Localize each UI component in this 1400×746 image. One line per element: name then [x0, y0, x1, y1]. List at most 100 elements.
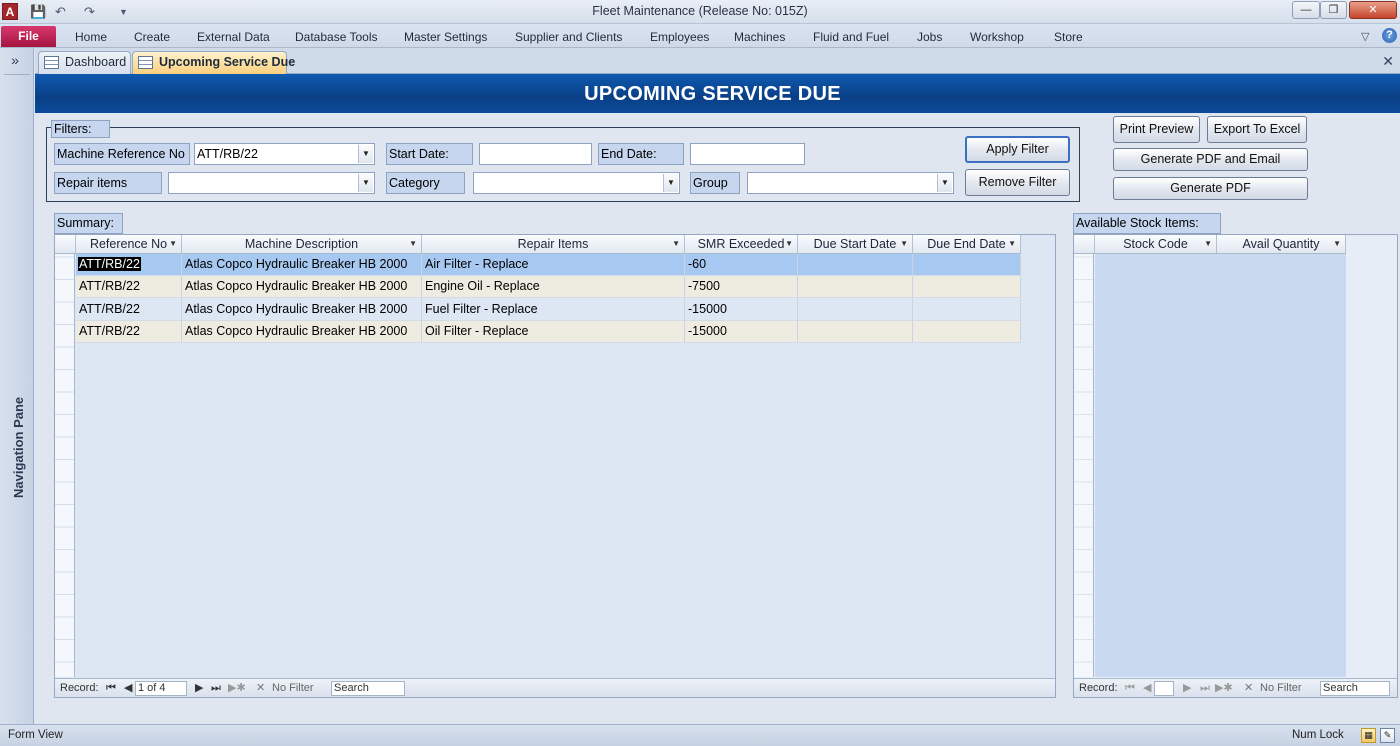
- cell-repair-items[interactable]: Oil Filter - Replace: [422, 321, 685, 343]
- file-tab[interactable]: File: [1, 26, 56, 47]
- next-record-icon[interactable]: ▶: [195, 679, 203, 697]
- tab-jobs[interactable]: Jobs: [917, 30, 942, 44]
- tab-upcoming-service-due[interactable]: Upcoming Service Due: [132, 51, 295, 74]
- tab-machines[interactable]: Machines: [734, 30, 785, 44]
- tab-fluid-and-fuel[interactable]: Fluid and Fuel: [813, 30, 889, 44]
- tab-master-settings[interactable]: Master Settings: [404, 30, 487, 44]
- chevron-down-icon[interactable]: ▼: [900, 235, 908, 253]
- help-icon[interactable]: ?: [1382, 28, 1397, 43]
- cell-due-start-date[interactable]: [798, 321, 913, 343]
- minimize-ribbon-icon[interactable]: ▽: [1361, 30, 1369, 43]
- tab-home[interactable]: Home: [75, 30, 107, 44]
- previous-record-icon[interactable]: ◀: [124, 679, 132, 697]
- navigation-pane[interactable]: » Navigation Pane: [0, 48, 34, 724]
- cell-reference-no[interactable]: ATT/RB/22: [76, 299, 182, 321]
- filter-icon[interactable]: ✕: [256, 679, 265, 697]
- filter-icon[interactable]: ✕: [1244, 679, 1253, 697]
- tab-workshop[interactable]: Workshop: [970, 30, 1024, 44]
- last-record-icon[interactable]: ⏭: [1200, 679, 1210, 697]
- previous-record-icon[interactable]: ◀: [1143, 679, 1151, 697]
- next-record-icon[interactable]: ▶: [1183, 679, 1191, 697]
- chevron-down-icon[interactable]: ▼: [409, 235, 417, 253]
- cell-due-start-date[interactable]: [798, 254, 913, 276]
- table-row[interactable]: ATT/RB/22 Atlas Copco Hydraulic Breaker …: [76, 254, 1021, 276]
- new-record-icon[interactable]: ▶✱: [1215, 679, 1233, 697]
- export-to-excel-button[interactable]: Export To Excel: [1207, 116, 1307, 143]
- chevron-down-icon[interactable]: ▼: [358, 174, 373, 192]
- design-view-icon[interactable]: ✎: [1380, 728, 1395, 743]
- cell-due-end-date[interactable]: [913, 321, 1021, 343]
- chevron-down-icon[interactable]: ▼: [169, 235, 177, 253]
- tab-dashboard[interactable]: Dashboard: [38, 51, 131, 74]
- first-record-icon[interactable]: ⏮: [1125, 679, 1135, 697]
- cell-due-end-date[interactable]: [913, 276, 1021, 298]
- column-header-machine-description[interactable]: Machine Description ▼: [182, 235, 422, 254]
- cell-reference-no[interactable]: ATT/RB/22: [76, 254, 182, 276]
- column-header-due-start-date[interactable]: Due Start Date ▼: [798, 235, 913, 254]
- generate-pdf-and-email-button[interactable]: Generate PDF and Email: [1113, 148, 1308, 171]
- column-header-stock-code[interactable]: Stock Code ▼: [1095, 235, 1217, 254]
- cell-due-end-date[interactable]: [913, 254, 1021, 276]
- chevron-down-icon[interactable]: ▼: [1204, 235, 1212, 253]
- search-input[interactable]: Search: [331, 681, 405, 696]
- form-view-icon[interactable]: ▦: [1361, 728, 1376, 743]
- cell-repair-items[interactable]: Fuel Filter - Replace: [422, 299, 685, 321]
- column-header-avail-quantity[interactable]: Avail Quantity ▼: [1217, 235, 1346, 254]
- tab-employees[interactable]: Employees: [650, 30, 709, 44]
- select-all-corner[interactable]: [55, 235, 76, 254]
- current-record-input[interactable]: 1 of 4: [135, 681, 187, 696]
- chevron-down-icon[interactable]: ▼: [1008, 235, 1016, 253]
- machine-ref-combo[interactable]: ATT/RB/22 ▼: [194, 143, 375, 165]
- restore-icon[interactable]: ❐: [1320, 1, 1347, 19]
- group-combo[interactable]: ▼: [747, 172, 954, 194]
- chevron-down-icon[interactable]: ▼: [937, 174, 952, 192]
- stock-datasheet[interactable]: Stock Code ▼ Avail Quantity ▼ Record: ⏮ ◀ …: [1073, 234, 1398, 698]
- last-record-icon[interactable]: ⏭: [211, 679, 221, 697]
- chevron-down-icon[interactable]: ▼: [663, 174, 678, 192]
- tab-supplier-and-clients[interactable]: Supplier and Clients: [515, 30, 622, 44]
- repair-items-combo[interactable]: ▼: [168, 172, 375, 194]
- record-selector-column[interactable]: [55, 235, 75, 677]
- new-record-icon[interactable]: ▶✱: [228, 679, 246, 697]
- cell-due-start-date[interactable]: [798, 299, 913, 321]
- column-header-repair-items[interactable]: Repair Items ▼: [422, 235, 685, 254]
- cell-repair-items[interactable]: Engine Oil - Replace: [422, 276, 685, 298]
- cell-machine-description[interactable]: Atlas Copco Hydraulic Breaker HB 2000: [182, 321, 422, 343]
- minimize-icon[interactable]: —: [1292, 1, 1320, 19]
- print-preview-button[interactable]: Print Preview: [1113, 116, 1200, 143]
- tab-store[interactable]: Store: [1054, 30, 1083, 44]
- tab-external-data[interactable]: External Data: [197, 30, 270, 44]
- tab-database-tools[interactable]: Database Tools: [295, 30, 378, 44]
- cell-due-start-date[interactable]: [798, 276, 913, 298]
- expand-navigation-icon[interactable]: »: [0, 52, 30, 68]
- close-window-icon[interactable]: ✕: [1349, 1, 1397, 19]
- column-header-smr-exceeded[interactable]: SMR Exceeded ▼: [685, 235, 798, 254]
- remove-filter-button[interactable]: Remove Filter: [965, 169, 1070, 196]
- chevron-down-icon[interactable]: ▼: [358, 145, 373, 163]
- cell-reference-no[interactable]: ATT/RB/22: [76, 321, 182, 343]
- generate-pdf-button[interactable]: Generate PDF: [1113, 177, 1308, 200]
- cell-smr-exceeded[interactable]: -7500: [685, 276, 798, 298]
- no-filter-indicator[interactable]: No Filter: [1260, 679, 1302, 697]
- select-all-corner[interactable]: [1074, 235, 1095, 254]
- end-date-input[interactable]: [690, 143, 805, 165]
- table-row[interactable]: ATT/RB/22 Atlas Copco Hydraulic Breaker …: [76, 321, 1021, 343]
- cell-machine-description[interactable]: Atlas Copco Hydraulic Breaker HB 2000: [182, 254, 422, 276]
- no-filter-indicator[interactable]: No Filter: [272, 679, 314, 697]
- start-date-input[interactable]: [479, 143, 592, 165]
- column-header-reference-no[interactable]: Reference No ▼: [76, 235, 182, 254]
- search-input[interactable]: Search: [1320, 681, 1390, 696]
- first-record-icon[interactable]: ⏮: [106, 679, 116, 697]
- cell-repair-items[interactable]: Air Filter - Replace: [422, 254, 685, 276]
- apply-filter-button[interactable]: Apply Filter: [965, 136, 1070, 163]
- cell-smr-exceeded[interactable]: -15000: [685, 299, 798, 321]
- cell-smr-exceeded[interactable]: -60: [685, 254, 798, 276]
- chevron-down-icon[interactable]: ▼: [1333, 235, 1341, 253]
- column-header-due-end-date[interactable]: Due End Date ▼: [913, 235, 1021, 254]
- record-selector-column[interactable]: [1074, 235, 1094, 677]
- table-row[interactable]: ATT/RB/22 Atlas Copco Hydraulic Breaker …: [76, 276, 1021, 298]
- cell-smr-exceeded[interactable]: -15000: [685, 321, 798, 343]
- chevron-down-icon[interactable]: ▼: [785, 235, 793, 253]
- tab-create[interactable]: Create: [134, 30, 170, 44]
- chevron-down-icon[interactable]: ▼: [672, 235, 680, 253]
